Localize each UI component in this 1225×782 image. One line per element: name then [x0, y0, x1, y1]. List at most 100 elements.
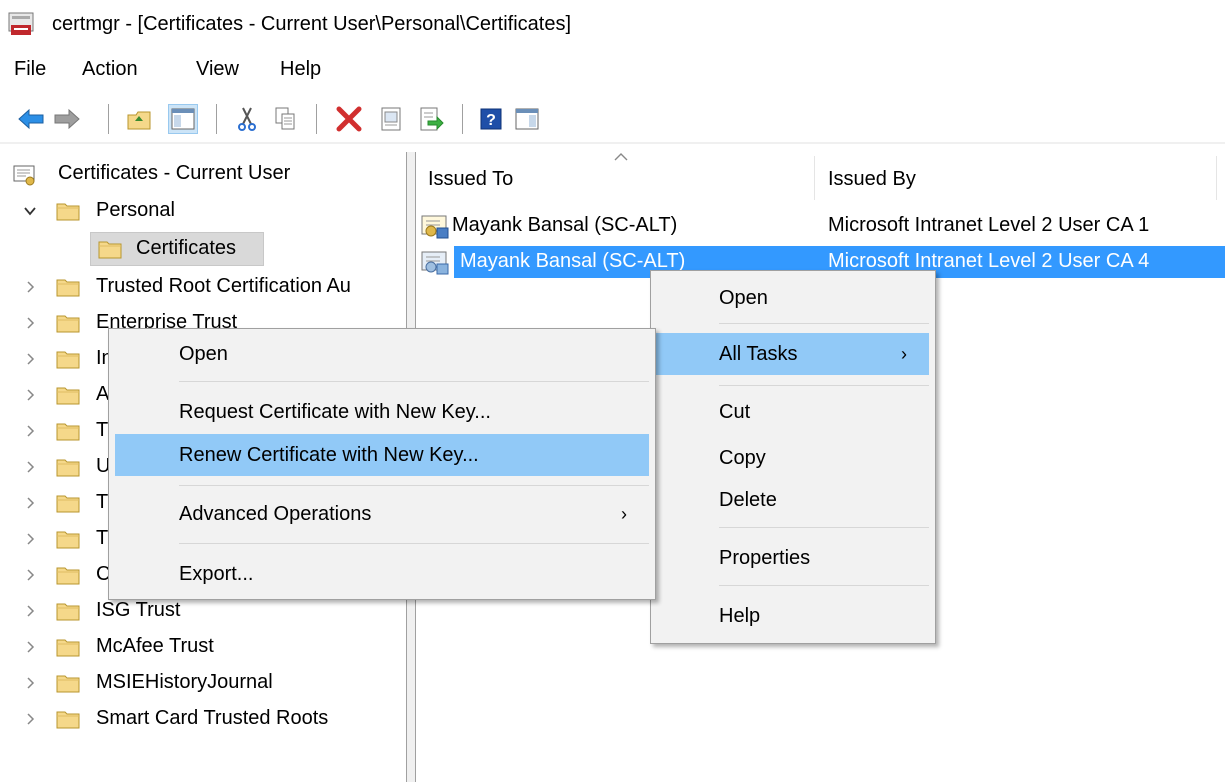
menu-separator — [719, 585, 929, 586]
chevron-right-icon[interactable] — [22, 567, 38, 583]
menu-separator — [719, 385, 929, 386]
menu-file[interactable]: File — [14, 58, 46, 81]
tree-root-label: Certificates - Current User — [58, 162, 291, 184]
chevron-right-icon[interactable] — [22, 459, 38, 475]
submenu-advanced-operations[interactable]: Advanced Operations › — [109, 493, 655, 535]
copy-icon[interactable] — [270, 104, 300, 134]
toolbar-separator — [316, 104, 317, 134]
tree-item[interactable]: Smart Card Trusted Roots — [0, 702, 406, 736]
tree-item-label: T — [96, 527, 109, 549]
menu-separator — [179, 485, 649, 486]
toolbar: ? — [0, 98, 1225, 142]
folder-icon — [56, 201, 80, 221]
properties-icon[interactable] — [376, 104, 406, 134]
submenu-arrow-icon: › — [621, 503, 627, 524]
folder-icon — [98, 239, 122, 259]
issued-by-cell: Microsoft Intranet Level 2 User CA 1 — [828, 214, 1150, 236]
tree-item-label: MSIEHistoryJournal — [96, 671, 273, 693]
tree-item-label: ISG Trust — [96, 599, 181, 621]
folder-icon — [56, 457, 80, 477]
tree-item-label: Trusted Root Certification Au — [96, 275, 351, 297]
all-tasks-submenu: Open Request Certificate with New Key...… — [108, 328, 656, 600]
chevron-right-icon[interactable] — [22, 279, 38, 295]
context-menu-all-tasks[interactable]: All Tasks › — [655, 333, 929, 375]
menu-separator — [719, 323, 929, 324]
folder-icon — [56, 565, 80, 585]
certificate-icon — [421, 215, 449, 239]
toolbar-separator — [462, 104, 463, 134]
certmgr-app-icon — [8, 12, 34, 35]
cut-icon[interactable] — [232, 104, 262, 134]
folder-icon — [56, 673, 80, 693]
tree-item-label: Certificates — [136, 237, 237, 259]
folder-icon — [56, 349, 80, 369]
show-hide-tree-icon[interactable] — [168, 104, 198, 134]
chevron-right-icon[interactable] — [22, 675, 38, 691]
menu-bar: File Action View Help — [0, 52, 1225, 88]
context-menu-delete[interactable]: Delete — [651, 479, 935, 521]
chevron-right-icon[interactable] — [22, 603, 38, 619]
menu-action[interactable]: Action — [82, 58, 138, 81]
submenu-arrow-icon: › — [901, 343, 907, 364]
context-menu-help[interactable]: Help — [651, 595, 935, 637]
chevron-right-icon[interactable] — [22, 531, 38, 547]
toolbar-separator — [216, 104, 217, 134]
back-arrow-icon[interactable] — [16, 104, 46, 134]
title-bar: certmgr - [Certificates - Current User\P… — [0, 0, 1225, 50]
submenu-open[interactable]: Open — [109, 333, 655, 375]
context-menu-open[interactable]: Open — [651, 277, 935, 319]
context-menu-copy[interactable]: Copy — [651, 437, 935, 479]
tree-item[interactable]: Trusted Root Certification Au — [0, 270, 406, 304]
chevron-right-icon[interactable] — [22, 639, 38, 655]
column-divider[interactable] — [814, 156, 815, 200]
up-folder-icon[interactable] — [124, 104, 154, 134]
delete-icon[interactable] — [334, 104, 364, 134]
tree-item[interactable]: McAfee Trust — [0, 630, 406, 664]
column-header-issued-by[interactable]: Issued By — [828, 168, 916, 191]
chevron-right-icon[interactable] — [22, 495, 38, 511]
submenu-renew-certificate[interactable]: Renew Certificate with New Key... — [115, 434, 649, 476]
tree-item-label: Personal — [96, 199, 175, 221]
certificate-icon — [421, 251, 449, 275]
tree-item[interactable]: MSIEHistoryJournal — [0, 666, 406, 700]
folder-icon — [56, 313, 80, 333]
issued-to-cell: Mayank Bansal (SC-ALT) — [452, 214, 678, 236]
menu-help[interactable]: Help — [280, 58, 321, 81]
chevron-down-icon[interactable] — [22, 203, 38, 219]
svg-text:?: ? — [486, 112, 496, 129]
folder-icon — [56, 601, 80, 621]
chevron-right-icon[interactable] — [22, 423, 38, 439]
folder-icon — [56, 277, 80, 297]
chevron-right-icon[interactable] — [22, 387, 38, 403]
tree-item-selected[interactable]: Certificates — [0, 232, 406, 266]
menu-view[interactable]: View — [196, 58, 239, 81]
chevron-right-icon[interactable] — [22, 315, 38, 331]
menu-separator — [719, 527, 929, 528]
tree-item[interactable]: Personal — [0, 194, 406, 228]
window-title: certmgr - [Certificates - Current User\P… — [52, 13, 572, 35]
folder-icon — [56, 637, 80, 657]
tree-item-label: Smart Card Trusted Roots — [96, 707, 329, 729]
certificate-store-icon — [13, 165, 35, 186]
chevron-right-icon[interactable] — [22, 711, 38, 727]
folder-icon — [56, 385, 80, 405]
folder-icon — [56, 529, 80, 549]
context-menu-cut[interactable]: Cut — [651, 391, 935, 433]
chevron-right-icon[interactable] — [22, 351, 38, 367]
forward-arrow-icon[interactable] — [52, 104, 82, 134]
submenu-export[interactable]: Export... — [109, 553, 655, 595]
context-menu-properties[interactable]: Properties — [651, 537, 935, 579]
folder-icon — [56, 493, 80, 513]
show-hide-action-pane-icon[interactable] — [512, 104, 542, 134]
tree-item-label: T — [96, 491, 109, 513]
menu-separator — [179, 543, 649, 544]
table-row[interactable]: Mayank Bansal (SC-ALT) Microsoft Intrane… — [420, 210, 1225, 242]
toolbar-divider — [0, 142, 1225, 144]
menu-separator — [179, 381, 649, 382]
help-icon[interactable]: ? — [476, 104, 506, 134]
column-divider[interactable] — [1216, 156, 1217, 200]
submenu-request-certificate[interactable]: Request Certificate with New Key... — [109, 391, 655, 433]
toolbar-separator — [108, 104, 109, 134]
column-header-issued-to[interactable]: Issued To — [428, 168, 513, 191]
export-list-icon[interactable] — [416, 104, 446, 134]
